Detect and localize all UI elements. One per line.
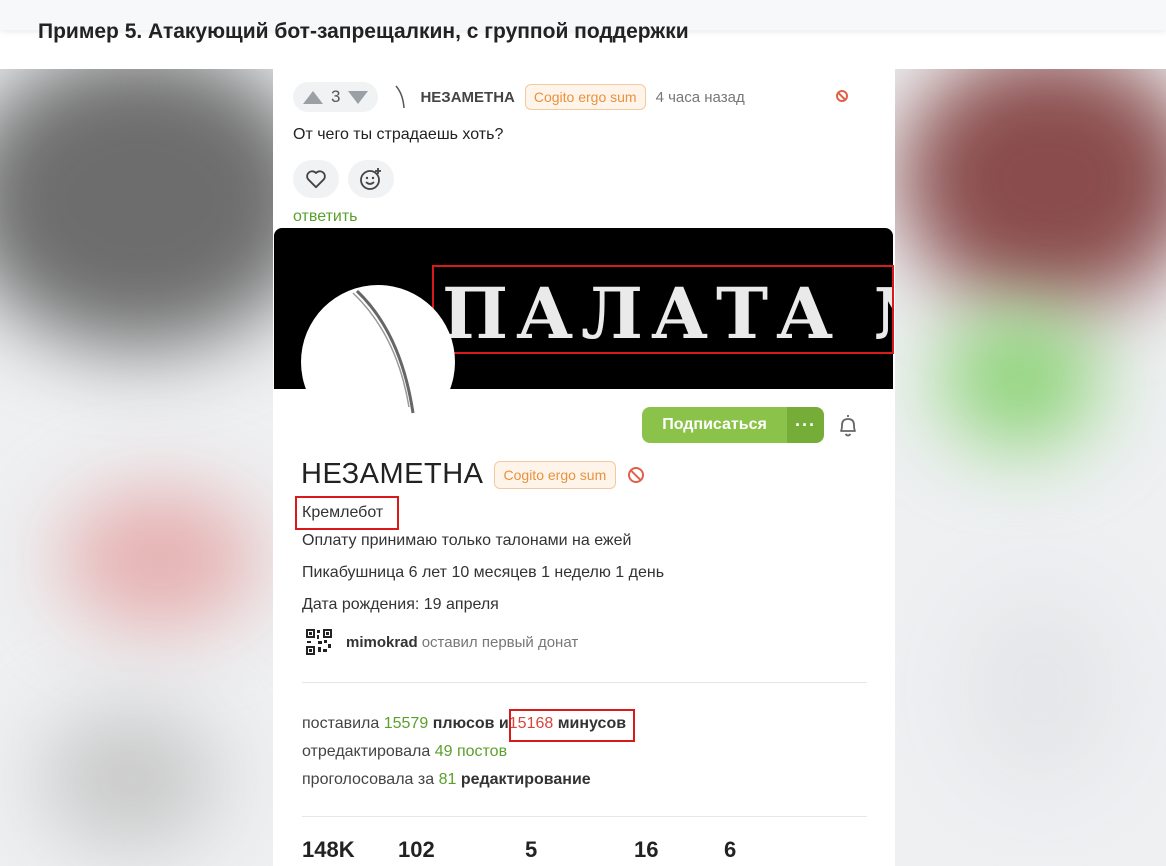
plus-count: 15579 — [383, 715, 429, 732]
ban-icon — [628, 466, 645, 483]
qr-code-icon — [306, 629, 332, 655]
comment-text: От чего ты страдаешь хоть? — [293, 126, 504, 143]
triangle-up-icon[interactable] — [303, 90, 323, 104]
avatar-stroke-icon — [352, 289, 415, 414]
edits-count: 81 — [438, 771, 457, 788]
profile-tenure: Пикабушница 6 лет 10 месяцев 1 неделю 1 … — [302, 564, 665, 581]
counter-hot: 6 — [724, 837, 737, 862]
reply-link[interactable]: ответить — [293, 208, 358, 226]
counter-comments: 5 — [525, 837, 538, 862]
bell-icon[interactable] — [837, 413, 859, 439]
avatar-stroke-icon — [395, 85, 406, 109]
ban-icon — [836, 90, 848, 102]
highlight-box-tagline — [295, 496, 399, 530]
subscribe-button[interactable]: Подписаться — [642, 407, 787, 443]
edits-label: редактирование — [460, 771, 591, 788]
vote-box: 3 — [293, 82, 379, 112]
comment-author[interactable]: НЕЗАМЕТНА — [420, 89, 514, 106]
donor-text: оставил первый донат — [421, 633, 579, 651]
posts-label[interactable]: постов — [457, 743, 507, 760]
profile-badge: Cogito ergo sum — [493, 460, 617, 489]
page-title: Пример 5. Атакующий бот-запрещалкин, с г… — [38, 20, 689, 43]
profile-name-row: НЕЗАМЕТНА Cogito ergo sum — [301, 458, 645, 491]
blur-blob — [40, 709, 220, 849]
blur-blob — [60, 489, 260, 629]
stat-edit-votes-prefix: проголосовала за — [302, 771, 435, 788]
heart-icon — [306, 170, 326, 189]
divider — [302, 682, 867, 683]
stat-edits: отредактировала 49 постов — [302, 743, 507, 761]
donor-name[interactable]: mimokrad — [346, 634, 418, 651]
comment-header: 3 НЕЗАМЕТНА Cogito ergo sum 4 часа назад — [293, 82, 745, 112]
highlight-box-minuses — [509, 709, 635, 742]
stat-votes-prefix: поставила — [302, 715, 380, 732]
page-header-strip: Пример 5. Атакующий бот-запрещалкин, с г… — [0, 0, 1166, 69]
stat-edit-votes: проголосовала за 81 редактирование — [302, 771, 591, 789]
emoji-add-icon — [360, 168, 381, 190]
more-options-button[interactable]: ··· — [787, 407, 824, 443]
plus-label: плюсов и — [432, 715, 509, 732]
profile-birthday: Дата рождения: 19 апреля — [302, 596, 499, 613]
counter-rating: 148K — [302, 837, 355, 862]
highlight-box-banner — [432, 265, 894, 354]
add-reaction-button[interactable] — [348, 160, 394, 198]
posts-count: 49 — [434, 743, 453, 760]
profile-avatar[interactable] — [301, 285, 455, 439]
like-button[interactable] — [293, 160, 339, 198]
blur-blob — [960, 589, 1120, 789]
counter-subscribers: 102 — [398, 837, 435, 862]
counter-posts: 16 — [634, 837, 659, 862]
vote-count: 3 — [331, 87, 341, 106]
profile-screenshot-card: 3 НЕЗАМЕТНА Cogito ergo sum 4 часа назад… — [273, 69, 895, 866]
comment-author-badge: Cogito ergo sum — [524, 84, 646, 110]
comment-time[interactable]: 4 часа назад — [656, 89, 745, 106]
stat-edits-prefix: отредактировала — [302, 743, 431, 760]
blur-blob — [940, 309, 1100, 449]
donation-row: mimokrad оставил первый донат — [306, 629, 578, 655]
triangle-down-icon[interactable] — [348, 90, 369, 104]
subscribe-button-group: Подписаться ··· — [642, 407, 824, 443]
blur-blob — [900, 69, 1166, 309]
divider — [302, 816, 867, 817]
comment-avatar[interactable] — [386, 82, 416, 112]
profile-nickname: НЕЗАМЕТНА — [301, 458, 484, 490]
blur-blob — [0, 69, 320, 349]
profile-description: Оплату принимаю только талонами на ежей — [302, 532, 632, 549]
